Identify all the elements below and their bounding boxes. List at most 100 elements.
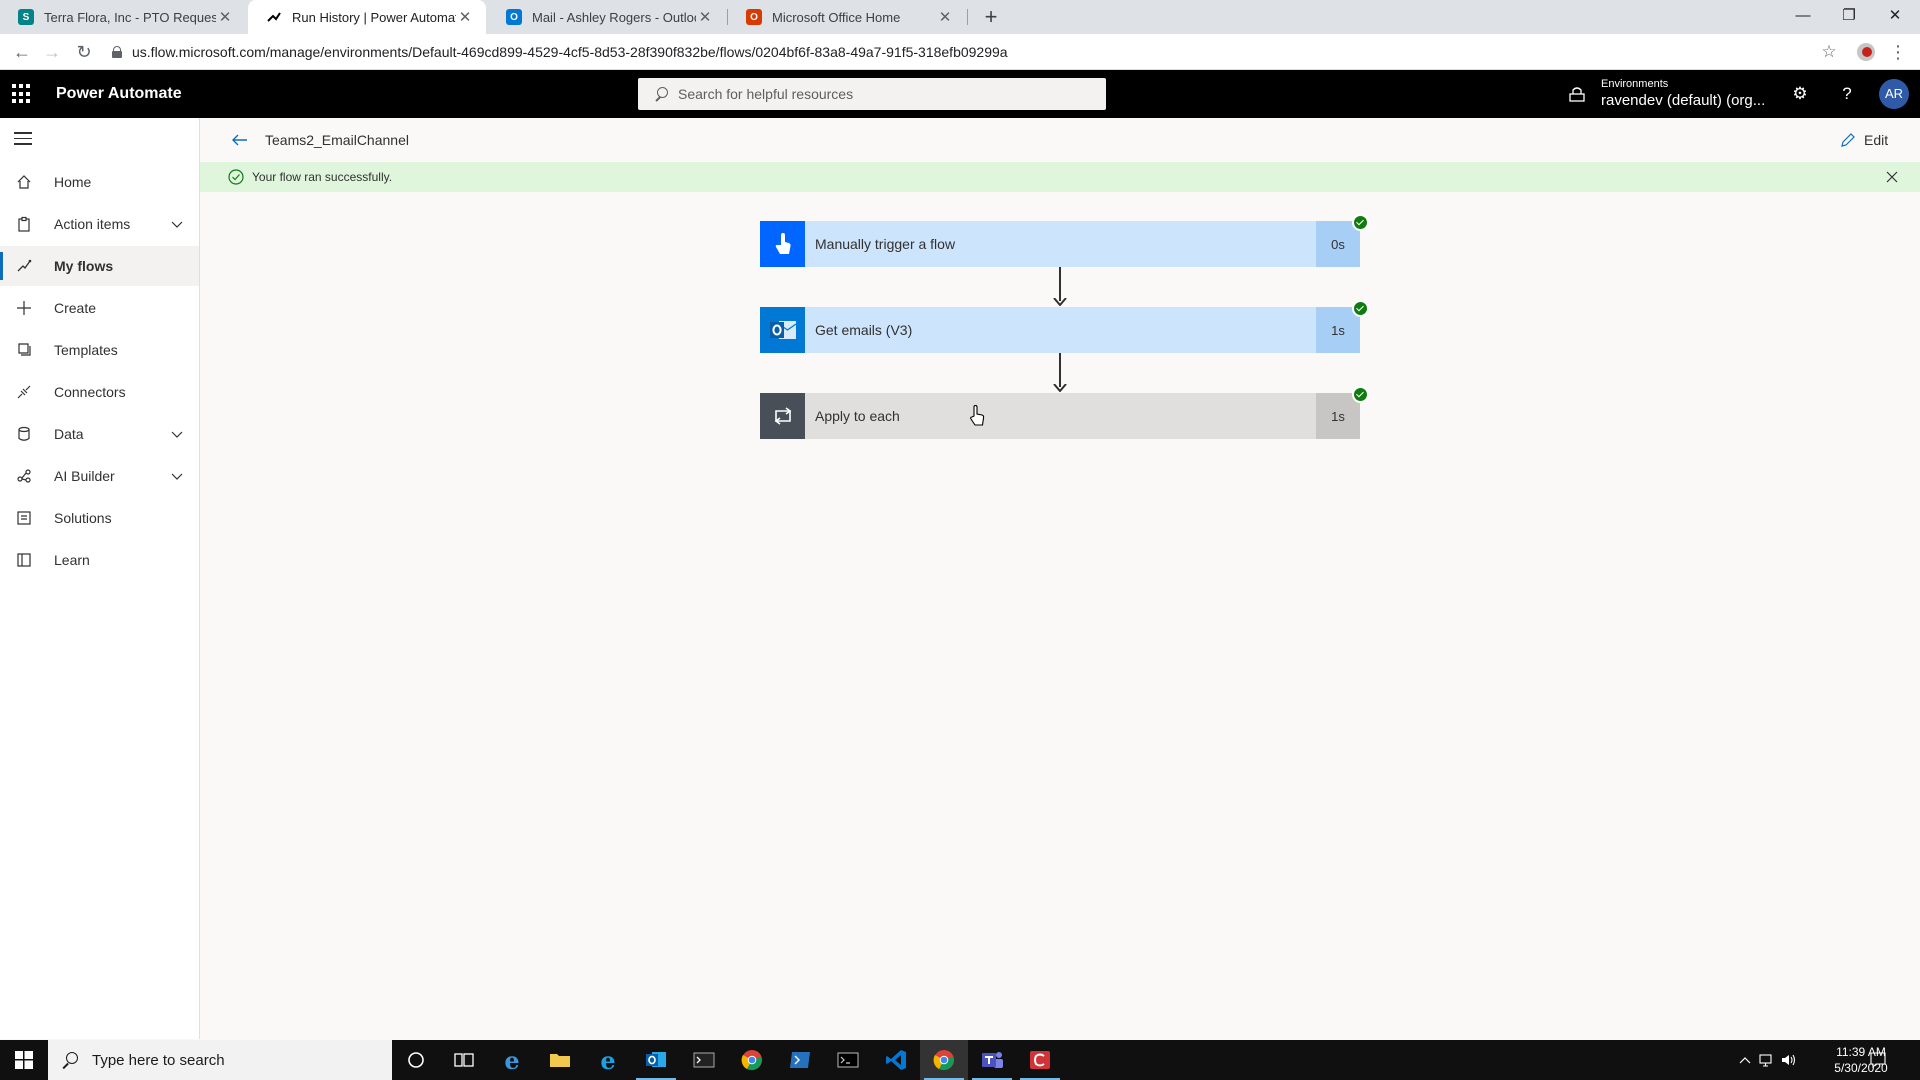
browser-tab-outlook-mail[interactable]: O Mail - Ashley Rogers - Outlook ✕ <box>488 0 726 34</box>
forward-button[interactable]: → <box>38 38 66 66</box>
help-icon[interactable]: ? <box>1833 80 1861 108</box>
restore-window-button[interactable]: ❐ <box>1826 0 1872 30</box>
nav-item-connectors[interactable]: Connectors <box>0 372 199 412</box>
success-banner: Your flow ran successfully. <box>200 162 1920 192</box>
chrome-icon[interactable] <box>728 1040 776 1080</box>
environment-picker[interactable]: Environments ravendev (default) (org... <box>1601 77 1765 111</box>
nav-item-templates[interactable]: Templates <box>0 330 199 370</box>
settings-gear-icon[interactable]: ⚙ <box>1786 80 1814 108</box>
browser-tab-run-history[interactable]: Run History | Power Automate ✕ <box>248 0 486 34</box>
nav-item-learn[interactable]: Learn <box>0 540 199 580</box>
task-view-icon[interactable] <box>440 1040 488 1080</box>
chrome-running-icon[interactable] <box>920 1040 968 1080</box>
volume-icon[interactable] <box>1778 1040 1800 1080</box>
teams-icon[interactable] <box>968 1040 1016 1080</box>
outlook-icon: O <box>506 9 522 25</box>
browser-menu-icon[interactable]: ⋮ <box>1888 38 1908 66</box>
step-label: Manually trigger a flow <box>805 221 1316 267</box>
edge-legacy-icon[interactable]: e <box>488 1040 536 1080</box>
close-tab-icon[interactable]: ✕ <box>456 8 474 26</box>
nav-item-action-items[interactable]: Action items <box>0 204 199 244</box>
nav-item-my-flows[interactable]: My flows <box>0 246 199 286</box>
app-title[interactable]: Power Automate <box>56 70 182 118</box>
sharepoint-icon: S <box>18 9 34 25</box>
close-tab-icon[interactable]: ✕ <box>216 8 234 26</box>
nav-item-home[interactable]: Home <box>0 162 199 202</box>
ai-builder-icon <box>16 468 32 484</box>
bookmark-star-icon[interactable]: ☆ <box>1815 38 1843 66</box>
show-hidden-icons-chevron-icon[interactable] <box>1734 1040 1756 1080</box>
left-navigation: Home Action items My flows Create Templa… <box>0 118 200 1039</box>
windows-start-button[interactable] <box>0 1040 48 1080</box>
succeeded-check-icon <box>1352 214 1369 231</box>
environment-label: Environments <box>1601 78 1669 90</box>
nav-item-create[interactable]: Create <box>0 288 199 328</box>
browser-toolbar: ← → ↻ us.flow.microsoft.com/manage/envir… <box>0 34 1920 70</box>
taskbar-search-placeholder: Type here to search <box>92 1051 225 1069</box>
close-window-button[interactable]: ✕ <box>1872 0 1918 30</box>
banner-message: Your flow ran successfully. <box>252 170 393 184</box>
app-launcher-icon[interactable] <box>12 84 32 104</box>
command-prompt-icon[interactable] <box>824 1040 872 1080</box>
cortana-icon[interactable] <box>392 1040 440 1080</box>
nav-item-solutions[interactable]: Solutions <box>0 498 199 538</box>
pencil-icon <box>1841 133 1855 147</box>
terminal-icon[interactable] <box>680 1040 728 1080</box>
powershell-icon[interactable] <box>776 1040 824 1080</box>
nav-item-label: Create <box>54 300 97 316</box>
outlook-taskbar-icon[interactable] <box>632 1040 680 1080</box>
close-tab-icon[interactable]: ✕ <box>936 8 954 26</box>
action-center-icon[interactable] <box>1870 1052 1886 1068</box>
tab-title: Run History | Power Automate <box>292 9 456 25</box>
nav-item-label: Connectors <box>54 384 126 400</box>
edit-button[interactable]: Edit <box>1840 118 1888 162</box>
clipboard-icon <box>16 216 32 232</box>
profile-avatar-icon[interactable] <box>1857 43 1875 61</box>
touch-trigger-icon <box>760 221 805 267</box>
back-button[interactable]: ← <box>8 38 36 66</box>
user-avatar[interactable]: AR <box>1879 79 1909 109</box>
nav-item-label: My flows <box>54 258 114 274</box>
taskbar-search-box[interactable]: Type here to search <box>48 1040 392 1080</box>
success-check-icon <box>228 169 244 185</box>
nav-item-label: Home <box>54 174 92 190</box>
snagit-icon[interactable] <box>1016 1040 1064 1080</box>
close-tab-icon[interactable]: ✕ <box>696 8 714 26</box>
nav-item-data[interactable]: Data <box>0 414 199 454</box>
flow-name: Teams2_EmailChannel <box>265 132 409 148</box>
flow-step-manual-trigger[interactable]: Manually trigger a flow 0s <box>760 214 1369 267</box>
internet-explorer-icon[interactable]: e <box>584 1040 632 1080</box>
close-banner-icon[interactable] <box>1884 169 1900 185</box>
nav-item-label: Data <box>54 426 84 442</box>
search-input[interactable]: Search for helpful resources <box>638 78 1106 110</box>
flow-step-apply-to-each[interactable]: Apply to each 1s <box>760 386 1369 439</box>
url-text: us.flow.microsoft.com/manage/environment… <box>132 44 1008 60</box>
network-icon[interactable] <box>1756 1040 1778 1080</box>
vscode-icon[interactable] <box>872 1040 920 1080</box>
file-explorer-icon[interactable] <box>536 1040 584 1080</box>
solutions-icon <box>16 510 32 526</box>
tab-title: Mail - Ashley Rogers - Outlook <box>532 9 696 25</box>
arrow-down-icon <box>1053 384 1067 392</box>
reload-button[interactable]: ↻ <box>70 38 98 66</box>
lock-icon <box>112 46 122 58</box>
search-icon <box>654 87 668 101</box>
nav-item-ai-builder[interactable]: AI Builder <box>0 456 199 496</box>
nav-item-label: Action items <box>54 216 131 232</box>
browser-tab-office-home[interactable]: O Microsoft Office Home ✕ <box>728 0 966 34</box>
back-arrow-icon[interactable] <box>230 130 250 150</box>
environment-value: ravendev (default) (org... <box>1601 92 1766 109</box>
minimize-window-button[interactable]: — <box>1780 0 1826 30</box>
new-tab-button[interactable]: + <box>977 3 1005 31</box>
chevron-down-icon[interactable] <box>169 216 185 232</box>
chevron-down-icon[interactable] <box>169 468 185 484</box>
browser-tab-pto-requests[interactable]: S Terra Flora, Inc - PTO Requests - ✕ <box>0 0 246 34</box>
flow-step-get-emails[interactable]: Get emails (V3) 1s <box>760 300 1369 353</box>
book-icon <box>16 552 32 568</box>
hamburger-menu-icon[interactable] <box>14 132 32 146</box>
step-label: Get emails (V3) <box>805 307 1316 353</box>
tab-separator <box>967 9 968 25</box>
plus-icon <box>16 300 32 316</box>
address-bar[interactable]: us.flow.microsoft.com/manage/environment… <box>108 38 1828 66</box>
chevron-down-icon[interactable] <box>169 426 185 442</box>
